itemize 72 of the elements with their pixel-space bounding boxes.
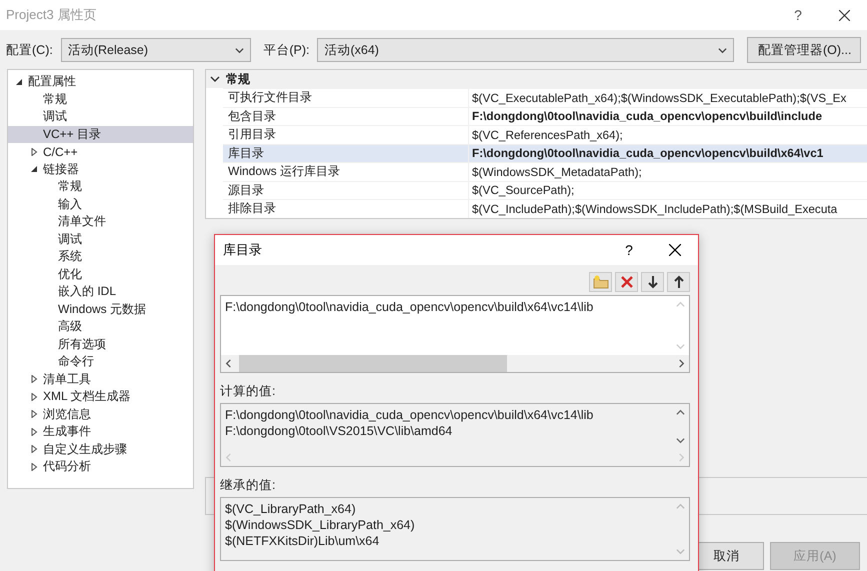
tree-item[interactable]: 嵌入的 IDL (8, 283, 193, 300)
collapse-icon[interactable] (30, 165, 38, 174)
tree-item[interactable]: 调试 (8, 108, 193, 126)
delete-button[interactable] (615, 272, 638, 292)
tree-item[interactable]: 常规 (8, 178, 193, 196)
expand-icon[interactable] (30, 445, 38, 454)
config-dropdown[interactable]: 活动(Release) (60, 38, 252, 62)
property-row[interactable]: 可执行文件目录 $(VC_ExecutablePath_x64);$(WindowsSDK_ExecutablePath);$(VS_Ex (223, 88, 867, 106)
inherited-value: $(WindowsSDK_LibraryPath_x64) (225, 518, 416, 532)
dialog-title: 库目录 (223, 241, 263, 259)
scrollbar-thumb[interactable] (239, 355, 507, 372)
tree-item[interactable]: 输入 (8, 196, 193, 213)
computed-value: F:\dongdong\0tool\VS2015\VC\lib\amd64 (225, 424, 454, 438)
tree-item[interactable]: 链接器 (8, 160, 193, 178)
up-arrow-icon (672, 275, 684, 289)
property-row[interactable]: 引用目录 $(VC_ReferencesPath_x64); (223, 125, 867, 144)
category-header[interactable]: 常规 (206, 70, 867, 88)
tree-item[interactable]: XML 文档生成器 (8, 388, 193, 406)
close-icon (838, 10, 850, 20)
tree-item[interactable]: 浏览信息 (8, 406, 193, 423)
tree-item[interactable]: 常规 (8, 90, 193, 108)
help-button[interactable]: ? (775, 0, 821, 30)
scroll-left-icon[interactable] (224, 359, 233, 368)
folder-icon (592, 275, 608, 289)
tree-item[interactable]: 清单工具 (8, 370, 193, 388)
expand-icon[interactable] (30, 375, 38, 384)
expand-icon[interactable] (30, 428, 38, 436)
tree-item[interactable]: 配置属性 (8, 73, 193, 90)
tree-item[interactable]: 所有选项 (8, 336, 193, 353)
platform-label: 平台(P): (263, 42, 310, 58)
inherited-value: $(NETFXKitsDir)Lib\um\x64 (225, 534, 380, 548)
move-down-button[interactable] (641, 272, 664, 292)
tree-item[interactable]: 自定义生成步骤 (8, 440, 193, 458)
tree-item[interactable]: 调试 (8, 230, 193, 248)
scroll-right-icon[interactable] (677, 359, 686, 368)
scroll-down-icon[interactable] (676, 436, 685, 445)
delete-icon (620, 275, 634, 289)
tree-item[interactable]: Windows 元数据 (8, 300, 193, 318)
expand-icon[interactable] (30, 148, 38, 156)
expand-icon[interactable] (30, 410, 38, 418)
directory-entry[interactable]: F:\dongdong\0tool\navidia_cuda_opencv\opencv\build\x64\vc14\lib (225, 300, 668, 314)
inherited-value: $(VC_LibraryPath_x64) (225, 502, 357, 516)
tree-item[interactable]: 优化 (8, 266, 193, 283)
computed-values-label: 计算的值: (220, 383, 276, 400)
property-row[interactable]: 排除目录 $(VC_IncludePath);$(WindowsSDK_IncludePath);$(MSBuild_Executa (223, 199, 867, 218)
inherited-values-label: 继承的值: (220, 477, 276, 494)
computed-value: F:\dongdong\0tool\navidia_cuda_opencv\opencv\build\x64\vc14\lib (225, 408, 594, 422)
property-row[interactable]: Windows 运行库目录 $(WindowsSDK_MetadataPath); (223, 162, 867, 180)
move-up-button[interactable] (667, 272, 690, 292)
tree-item[interactable]: C/C++ (8, 143, 193, 160)
down-arrow-icon (646, 275, 658, 289)
property-row[interactable]: 包含目录 F:\dongdong\0tool\navidia_cuda_opencv\opencv\build\include (223, 106, 867, 125)
collapse-icon[interactable] (15, 78, 23, 86)
tree-item[interactable]: 代码分析 (8, 458, 193, 476)
close-icon (669, 244, 681, 256)
window-title: Project3 属性页 (6, 6, 98, 24)
config-label: 配置(C): (6, 42, 53, 58)
tree-item[interactable]: 清单文件 (8, 213, 193, 230)
property-row[interactable]: 源目录 $(VC_SourcePath); (223, 180, 867, 199)
tree-item[interactable]: VC++ 目录 (8, 126, 193, 143)
property-row[interactable]: 库目录 F:\dongdong\0tool\navidia_cuda_opencv\opencv\build\x64\vc1 (223, 144, 867, 162)
tree-item[interactable]: 命令行 (8, 353, 193, 370)
collapse-icon[interactable] (210, 74, 220, 84)
tree-item[interactable]: 生成事件 (8, 423, 193, 440)
tree-item[interactable]: 高级 (8, 318, 193, 336)
config-manager-button[interactable]: 配置管理器(O)... (747, 37, 861, 63)
scroll-up-icon[interactable] (676, 408, 685, 417)
help-button[interactable]: ? (606, 235, 652, 265)
expand-icon[interactable] (30, 462, 38, 471)
tree-item[interactable]: 系统 (8, 248, 193, 266)
expand-icon[interactable] (30, 392, 38, 401)
platform-dropdown[interactable]: 活动(x64) (317, 38, 734, 62)
